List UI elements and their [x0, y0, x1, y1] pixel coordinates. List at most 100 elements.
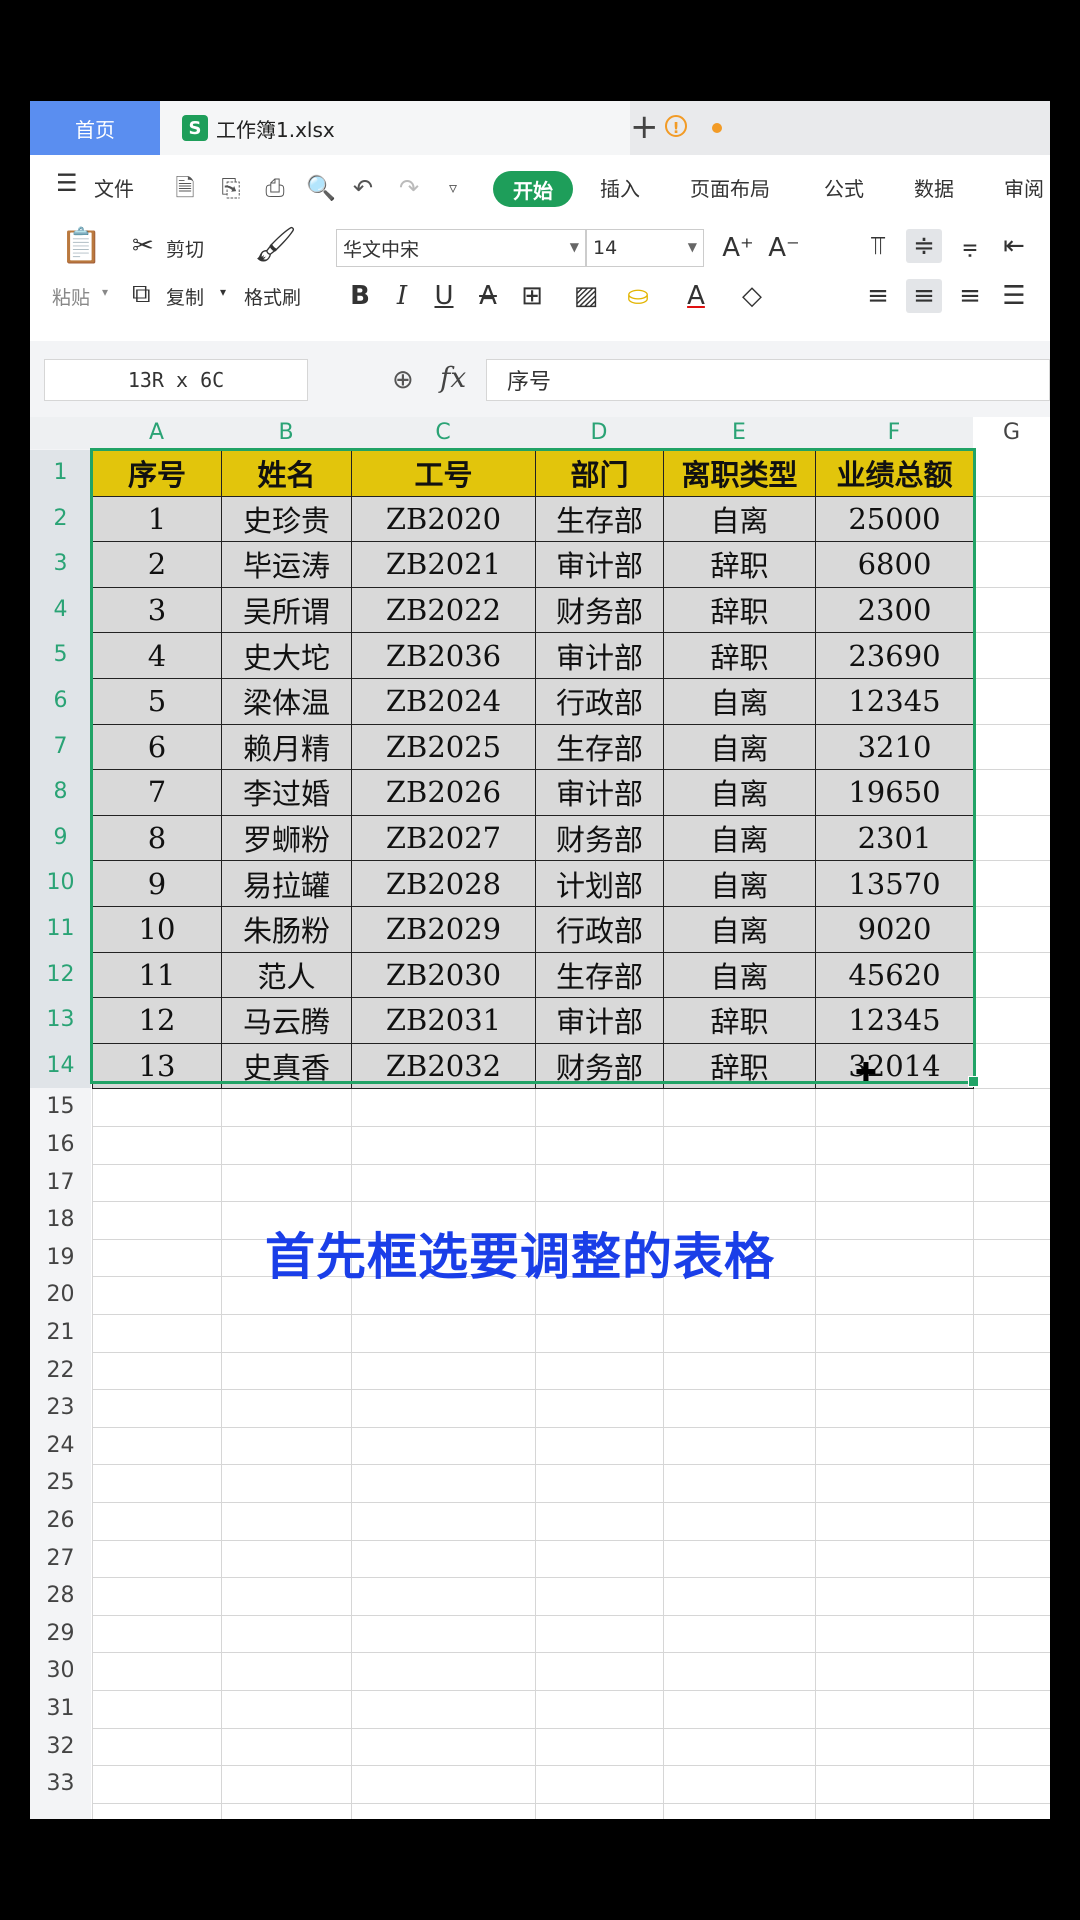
- increase-font-icon[interactable]: A⁺: [720, 231, 756, 265]
- new-tab-plus-icon[interactable]: +: [630, 107, 659, 147]
- table-cell[interactable]: 2: [92, 541, 222, 588]
- table-cell[interactable]: 计划部: [535, 860, 664, 907]
- column-header-f[interactable]: F: [815, 417, 973, 449]
- table-cell[interactable]: 9020: [815, 905, 974, 953]
- tab-data[interactable]: 数据: [914, 173, 954, 202]
- formula-input[interactable]: 序号: [486, 359, 1050, 401]
- header-cell[interactable]: 离职类型: [663, 450, 816, 497]
- header-cell[interactable]: 工号: [351, 450, 536, 497]
- table-cell[interactable]: 史真香: [221, 1042, 352, 1090]
- table-cell[interactable]: 审计部: [535, 632, 664, 679]
- table-cell[interactable]: 范人: [221, 951, 352, 999]
- header-cell[interactable]: 部门: [535, 450, 664, 497]
- row-header[interactable]: 15: [30, 1088, 91, 1126]
- column-header-a[interactable]: A: [92, 417, 221, 449]
- copy-dropdown-icon[interactable]: ▾: [220, 285, 226, 299]
- table-cell[interactable]: 9: [92, 860, 222, 907]
- row-header[interactable]: 14: [30, 1042, 91, 1089]
- redo-icon[interactable]: ↷: [396, 175, 422, 201]
- more-dropdown-icon[interactable]: ▿: [440, 175, 466, 201]
- print-icon[interactable]: ⎙: [262, 175, 288, 201]
- row-header[interactable]: 2: [30, 495, 91, 542]
- row-header[interactable]: 11: [30, 906, 91, 952]
- row-header[interactable]: 12: [30, 951, 91, 998]
- row-header[interactable]: 4: [30, 586, 91, 633]
- row-header[interactable]: 8: [30, 769, 91, 815]
- table-cell[interactable]: 6800: [815, 541, 974, 588]
- row-header[interactable]: 27: [30, 1540, 91, 1578]
- table-cell[interactable]: 李过婚: [221, 769, 352, 816]
- row-header[interactable]: 29: [30, 1615, 91, 1653]
- header-cell[interactable]: 业绩总额: [815, 450, 974, 497]
- table-cell[interactable]: 3: [92, 586, 222, 634]
- clear-format-icon[interactable]: ◇: [734, 279, 770, 313]
- table-cell[interactable]: ZB2027: [351, 814, 536, 862]
- warning-icon[interactable]: !: [665, 115, 687, 137]
- row-header[interactable]: 1: [30, 450, 91, 496]
- borders-icon[interactable]: ⊞: [514, 279, 550, 313]
- table-cell[interactable]: 自离: [663, 677, 816, 725]
- format-painter-icon[interactable]: 🖌: [254, 225, 297, 265]
- table-cell[interactable]: 6: [92, 723, 222, 771]
- align-top-icon[interactable]: ⫪: [860, 229, 896, 263]
- strikethrough-icon[interactable]: A: [470, 279, 506, 313]
- decrease-indent-icon[interactable]: ⇤: [996, 229, 1032, 263]
- table-cell[interactable]: 自离: [663, 495, 816, 543]
- save-icon[interactable]: 🗎: [172, 175, 198, 201]
- row-header[interactable]: 13: [30, 997, 91, 1043]
- table-cell[interactable]: 12: [92, 997, 222, 1044]
- table-cell[interactable]: 毕运涛: [221, 541, 352, 588]
- copy-icon[interactable]: ⧉: [132, 279, 151, 310]
- justify-icon[interactable]: ☰: [996, 279, 1032, 313]
- tab-start[interactable]: 开始: [493, 171, 573, 207]
- tab-formulas[interactable]: 公式: [824, 173, 864, 202]
- table-cell[interactable]: 吴所谓: [221, 586, 352, 634]
- menu-file[interactable]: 文件: [94, 173, 134, 202]
- header-cell[interactable]: 姓名: [221, 450, 352, 497]
- tab-insert[interactable]: 插入: [600, 173, 640, 202]
- copy-button[interactable]: 复制: [166, 283, 204, 310]
- align-right-icon[interactable]: ≡: [952, 279, 988, 313]
- row-header[interactable]: 19: [30, 1239, 91, 1277]
- table-cell[interactable]: 自离: [663, 814, 816, 862]
- row-header[interactable]: 5: [30, 632, 91, 678]
- table-cell[interactable]: ZB2022: [351, 586, 536, 634]
- zoom-icon[interactable]: ⊕: [392, 365, 414, 395]
- table-cell[interactable]: 5: [92, 677, 222, 725]
- tab-review[interactable]: 审阅: [1004, 173, 1044, 202]
- table-cell[interactable]: 10: [92, 905, 222, 953]
- table-cell[interactable]: 审计部: [535, 769, 664, 816]
- row-header[interactable]: 18: [30, 1201, 91, 1239]
- table-cell[interactable]: ZB2029: [351, 905, 536, 953]
- table-cell[interactable]: 自离: [663, 723, 816, 771]
- table-cell[interactable]: 易拉罐: [221, 860, 352, 907]
- row-header[interactable]: 6: [30, 678, 91, 724]
- table-cell[interactable]: 赖月精: [221, 723, 352, 771]
- table-cell[interactable]: 辞职: [663, 632, 816, 679]
- table-cell[interactable]: 7: [92, 769, 222, 816]
- table-cell[interactable]: ZB2021: [351, 541, 536, 588]
- font-size-select[interactable]: 14 ▼: [586, 229, 704, 267]
- table-cell[interactable]: ZB2025: [351, 723, 536, 771]
- table-cell[interactable]: 财务部: [535, 1042, 664, 1090]
- table-cell[interactable]: 自离: [663, 769, 816, 816]
- cell-style-icon[interactable]: ▨: [568, 279, 604, 313]
- table-cell[interactable]: 自离: [663, 905, 816, 953]
- column-header-d[interactable]: D: [535, 417, 663, 449]
- align-left-icon[interactable]: ≡: [860, 279, 896, 313]
- row-header[interactable]: 22: [30, 1352, 91, 1390]
- table-cell[interactable]: 19650: [815, 769, 974, 816]
- table-cell[interactable]: 辞职: [663, 541, 816, 588]
- table-cell[interactable]: 审计部: [535, 997, 664, 1044]
- table-cell[interactable]: 史大坨: [221, 632, 352, 679]
- table-cell[interactable]: 行政部: [535, 905, 664, 953]
- table-cell[interactable]: 财务部: [535, 586, 664, 634]
- align-center-icon[interactable]: ≡: [906, 279, 942, 313]
- row-header[interactable]: 9: [30, 814, 91, 861]
- underline-icon[interactable]: U: [426, 279, 462, 313]
- table-cell[interactable]: 13: [92, 1042, 222, 1090]
- table-cell[interactable]: 朱肠粉: [221, 905, 352, 953]
- row-header[interactable]: 17: [30, 1164, 91, 1202]
- column-header-b[interactable]: B: [221, 417, 351, 449]
- table-cell[interactable]: 行政部: [535, 677, 664, 725]
